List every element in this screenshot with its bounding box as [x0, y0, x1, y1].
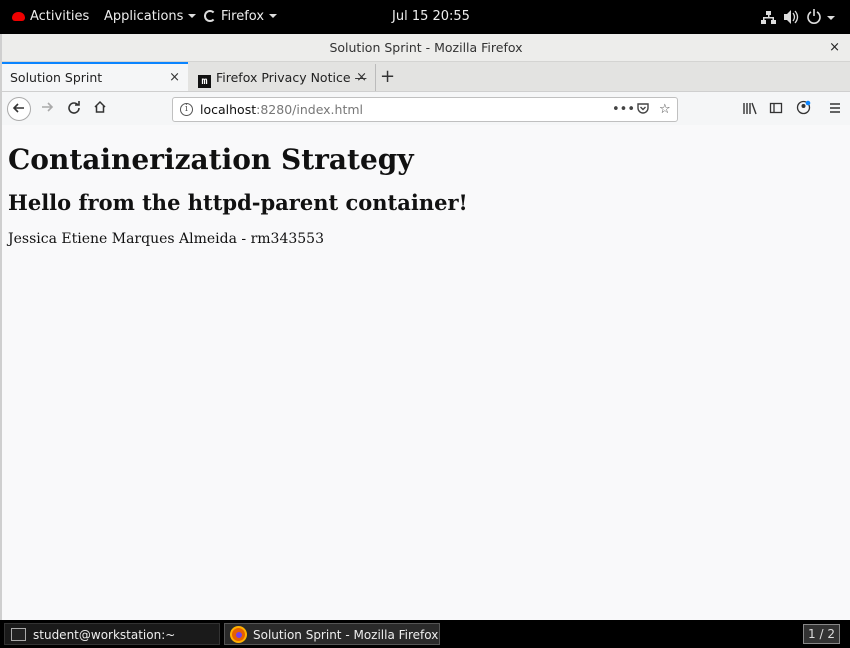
network-icon — [761, 11, 776, 24]
applications-menu[interactable]: Applications — [104, 0, 197, 34]
url-path: :8280/index.html — [256, 102, 364, 117]
tab-bar: Solution Sprint × m Firefox Privacy Notic… — [2, 62, 850, 92]
bookmark-star-icon[interactable]: ☆ — [659, 98, 671, 121]
terminal-icon — [11, 628, 26, 641]
page-heading: Containerization Strategy — [8, 143, 414, 176]
system-tray-icons — [761, 9, 835, 24]
title-bar[interactable]: Solution Sprint - Mozilla Firefox × — [2, 34, 850, 62]
system-tray[interactable] — [760, 0, 840, 34]
sidebar-button[interactable] — [769, 97, 783, 121]
activities-button[interactable]: Activities — [12, 0, 89, 34]
tab-privacy-notice[interactable]: m Firefox Privacy Notice — × — [190, 64, 376, 91]
tab-solution-sprint[interactable]: Solution Sprint × — [2, 62, 188, 91]
mozilla-icon: m — [198, 75, 211, 88]
firefox-icon — [204, 10, 216, 22]
reload-button[interactable] — [62, 97, 86, 121]
account-icon — [796, 100, 811, 115]
sidebar-icon — [769, 102, 783, 114]
taskbar-firefox-label: Solution Sprint - Mozilla Firefox — [253, 628, 439, 642]
firefox-icon — [230, 626, 247, 643]
reload-icon — [68, 101, 80, 114]
firefox-window: Solution Sprint - Mozilla Firefox × Solu… — [0, 34, 850, 643]
account-button[interactable] — [796, 97, 811, 121]
top-bar: Activities Applications Firefox Jul 15 2… — [0, 0, 850, 34]
close-tab-button[interactable]: × — [169, 64, 180, 91]
taskbar-terminal-label: student@workstation:~ — [33, 628, 176, 642]
url-text[interactable]: localhost:8280/index.html — [200, 98, 363, 121]
firefox-app-label: Firefox — [221, 9, 265, 24]
url-bar[interactable]: i localhost:8280/index.html ••• ☆ — [172, 97, 678, 122]
taskbar-firefox[interactable]: Solution Sprint - Mozilla Firefox — [224, 623, 440, 645]
info-icon[interactable]: i — [180, 103, 193, 116]
home-icon — [94, 100, 106, 113]
arrow-left-icon — [12, 103, 24, 113]
page-actions-icon[interactable]: ••• — [612, 98, 635, 121]
page-text: Jessica Etiene Marques Almeida - rm34355… — [8, 231, 324, 247]
arrow-right-icon — [42, 102, 54, 112]
close-window-button[interactable]: × — [829, 34, 840, 62]
forward-button[interactable] — [35, 97, 59, 121]
taskbar-terminal[interactable]: student@workstation:~ — [4, 623, 220, 645]
tab-label: Solution Sprint — [10, 70, 103, 85]
new-tab-button[interactable]: + — [380, 64, 395, 89]
volume-icon — [784, 10, 799, 24]
power-icon — [807, 9, 821, 24]
chevron-down-icon — [827, 16, 835, 20]
tab-label: Firefox Privacy Notice — — [216, 70, 367, 85]
taskbar: student@workstation:~ Solution Sprint - … — [0, 620, 850, 648]
page-content: Containerization Strategy Hello from the… — [2, 125, 850, 643]
url-host: localhost — [200, 102, 257, 117]
library-button[interactable] — [742, 97, 758, 121]
home-button[interactable] — [88, 97, 112, 121]
workspace-indicator[interactable]: 1 / 2 — [803, 624, 840, 644]
window-title: Solution Sprint - Mozilla Firefox — [329, 40, 523, 55]
library-icon — [743, 102, 757, 115]
activities-label: Activities — [30, 9, 90, 24]
back-button[interactable] — [7, 97, 31, 121]
page-subheading: Hello from the httpd-parent container! — [8, 190, 468, 215]
applications-label: Applications — [104, 9, 184, 24]
redhat-icon — [12, 12, 25, 21]
hamburger-icon — [830, 103, 840, 113]
menu-button[interactable] — [829, 97, 841, 121]
nav-bar: i localhost:8280/index.html ••• ☆ — [2, 92, 850, 126]
clock[interactable]: Jul 15 20:55 — [392, 0, 470, 34]
chevron-down-icon — [269, 14, 278, 18]
firefox-app-menu[interactable]: Firefox — [204, 0, 278, 34]
chevron-down-icon — [188, 14, 197, 18]
pocket-icon[interactable] — [636, 98, 650, 121]
close-tab-button[interactable]: × — [356, 64, 367, 91]
